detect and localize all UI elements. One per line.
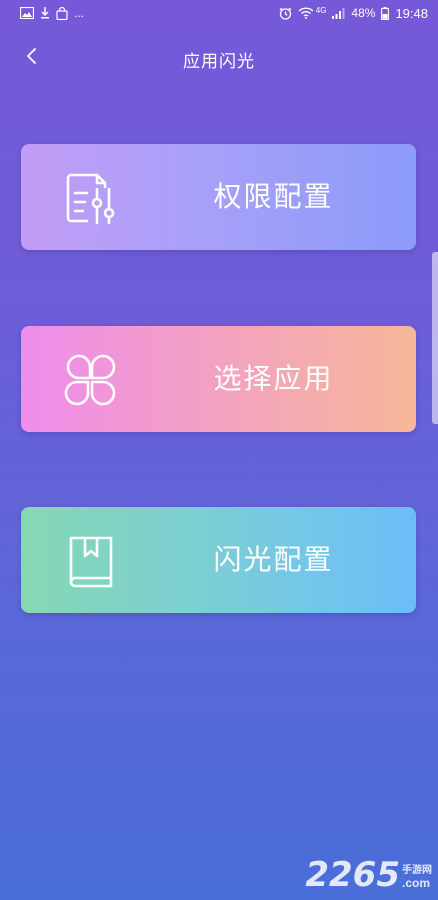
status-time: 19:48 xyxy=(395,5,428,21)
flash-settings-label: 闪光配置 xyxy=(213,543,334,576)
watermark-logo: 2265 手游网 .com xyxy=(305,858,432,892)
select-app-label: 选择应用 xyxy=(213,362,334,395)
status-right: 4G 48% 19:48 xyxy=(279,6,428,21)
edge-panel-handle[interactable] xyxy=(432,252,438,424)
battery-percent: 48% xyxy=(351,6,376,20)
permission-settings-label: 权限配置 xyxy=(213,180,334,213)
bag-icon xyxy=(56,6,68,20)
status-bar: ... 4G 48% 19:48 xyxy=(0,0,438,26)
image-icon xyxy=(20,7,34,19)
watermark-number: 2265 xyxy=(305,855,400,895)
watermark-domain: .com xyxy=(402,876,431,890)
permission-settings-card[interactable]: 权限配置 xyxy=(21,144,416,250)
document-settings-icon xyxy=(61,169,119,227)
alarm-icon xyxy=(279,7,292,20)
select-app-card[interactable]: 选择应用 xyxy=(21,326,416,432)
signal-icon xyxy=(332,7,345,19)
status-left: ... xyxy=(20,6,84,20)
flash-settings-card[interactable]: 闪光配置 xyxy=(21,507,416,613)
clover-icon xyxy=(61,351,119,409)
header: 应用闪光 xyxy=(0,36,438,80)
page-title: 应用闪光 xyxy=(183,52,255,72)
status-more-text: ... xyxy=(74,6,85,20)
download-icon xyxy=(40,7,50,19)
battery-icon xyxy=(381,6,390,20)
network-type: 4G xyxy=(315,5,327,15)
watermark-side: 手游网 .com xyxy=(402,865,432,890)
book-icon xyxy=(61,532,119,590)
wifi-icon xyxy=(298,7,314,19)
